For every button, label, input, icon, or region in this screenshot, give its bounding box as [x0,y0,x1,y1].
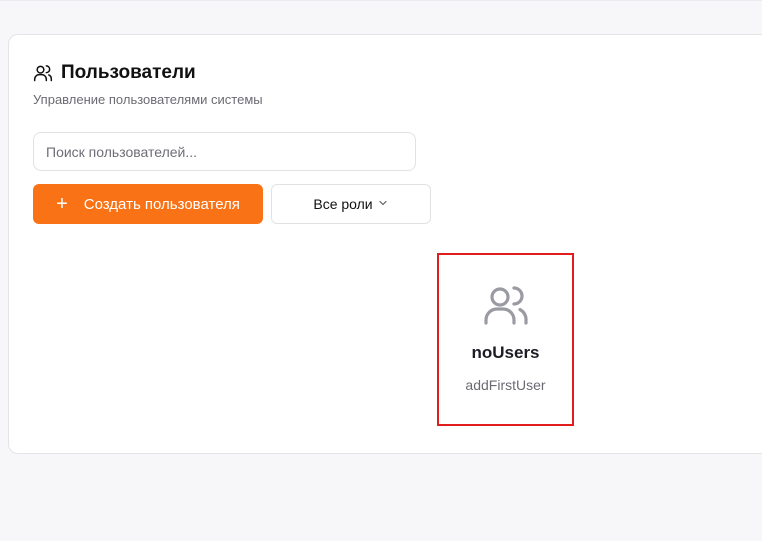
users-icon [33,63,53,83]
search-input[interactable] [33,132,416,171]
page-title: Пользователи [61,62,196,83]
chevron-down-icon [377,196,389,212]
title-row: Пользователи [33,62,263,84]
users-card: Пользователи Управление пользователями с… [8,34,762,454]
empty-state-title: noUsers [471,343,540,362]
empty-state-subtitle: addFirstUser [465,377,546,393]
top-divider [0,0,762,1]
plus-icon: + [56,193,68,215]
card-header: Пользователи Управление пользователями с… [33,62,263,107]
create-user-label: Создать пользователя [83,195,240,213]
create-user-button[interactable]: + Создать пользователя [33,184,263,224]
empty-state: noUsers addFirstUser [437,253,574,426]
role-filter-value: Все роли [313,196,373,212]
role-filter-select[interactable]: Все роли [271,184,431,224]
page-subtitle: Управление пользователями системы [33,92,263,107]
users-icon [482,281,530,329]
